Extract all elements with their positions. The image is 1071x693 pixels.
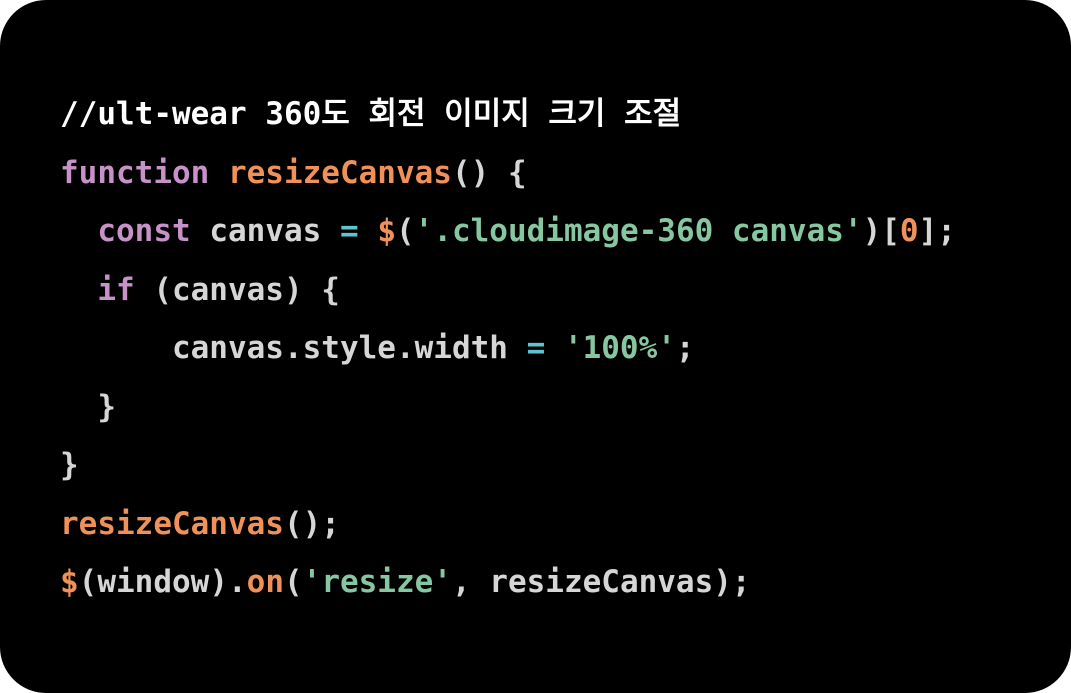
- code-token-comment: //ult-wear 360도 회전 이미지 크기 조절: [60, 96, 682, 132]
- code-block: //ult-wear 360도 회전 이미지 크기 조절 function res…: [60, 85, 956, 612]
- code-token-plain: )[: [862, 213, 900, 249]
- code-token-string: '100%': [563, 330, 676, 366]
- code-token-plain: (: [395, 213, 415, 249]
- code-line: //ult-wear 360도 회전 이미지 크기 조절: [60, 85, 956, 144]
- code-token-plain: ];: [918, 213, 956, 249]
- code-line: $(window).on('resize', resizeCanvas);: [60, 553, 956, 612]
- code-token-keyword: function: [60, 154, 210, 191]
- code-token-function: $: [60, 564, 79, 600]
- code-token-plain: (: [283, 564, 303, 600]
- code-token-string: '.cloudimage-360 canvas': [414, 213, 863, 249]
- code-token-string: 'resize': [302, 564, 452, 600]
- code-token-function: resizeCanvas: [60, 505, 284, 542]
- code-token-operator: =: [526, 330, 546, 366]
- code-token-plain: ;: [675, 330, 695, 366]
- code-token-keyword: if: [97, 271, 135, 308]
- code-snippet-card: //ult-wear 360도 회전 이미지 크기 조절 function res…: [0, 0, 1071, 693]
- code-token-function: on: [246, 564, 284, 600]
- code-token-plain: () {: [451, 154, 527, 191]
- code-token-keyword: const: [97, 213, 191, 249]
- code-line: }: [60, 436, 956, 495]
- code-token-number: 0: [899, 213, 919, 249]
- code-token-plain: ();: [283, 505, 340, 542]
- code-line: const canvas = $('.cloudimage-360 canvas…: [60, 202, 956, 261]
- code-token-plain: }: [97, 388, 116, 425]
- code-token-plain: (window).: [78, 564, 247, 600]
- code-token-plain: canvas.style.width: [171, 330, 527, 366]
- code-line: resizeCanvas();: [60, 495, 956, 554]
- code-token-plain: , resizeCanvas);: [451, 564, 751, 600]
- code-line: function resizeCanvas() {: [60, 144, 956, 203]
- code-line: canvas.style.width = '100%';: [60, 319, 956, 378]
- code-token-function: resizeCanvas: [227, 154, 452, 191]
- code-token-plain: canvas: [190, 213, 340, 249]
- code-line: }: [60, 378, 956, 437]
- code-token-operator: =: [339, 213, 359, 249]
- code-line: if (canvas) {: [60, 261, 956, 320]
- code-token-function: $: [377, 213, 396, 249]
- code-token-plain: (canvas) {: [134, 271, 340, 308]
- code-token-plain: }: [60, 447, 79, 483]
